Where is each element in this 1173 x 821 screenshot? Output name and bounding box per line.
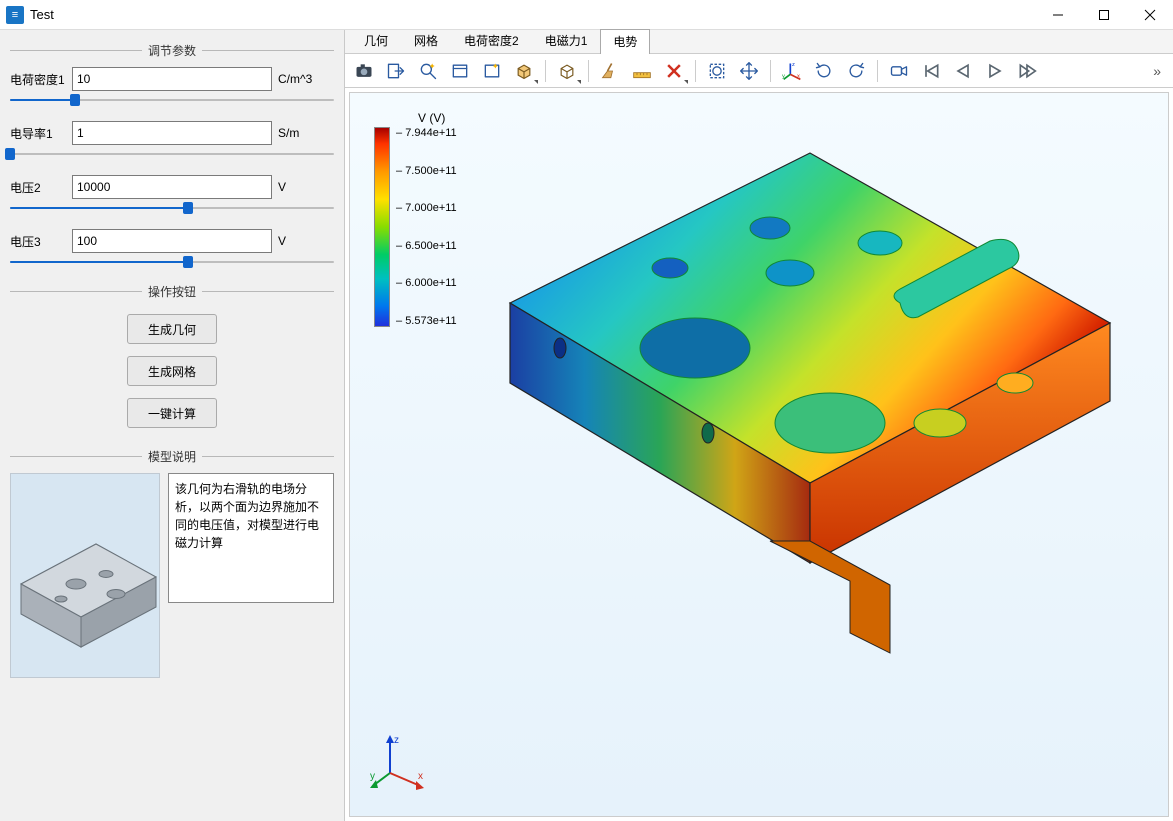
group-actions-title: 操作按钮	[148, 283, 196, 300]
model-preview-thumbnail	[10, 473, 160, 678]
axes-xyz-icon[interactable]: z y x	[777, 57, 807, 85]
tab-0[interactable]: 几何	[351, 28, 401, 53]
cube-wire-dd-icon[interactable]	[552, 57, 582, 85]
zoom-sparkle-icon[interactable]	[413, 57, 443, 85]
legend-tick: 7.000e+11	[396, 202, 457, 214]
action-button-0[interactable]: 生成几何	[127, 314, 217, 344]
legend-tick: 7.500e+11	[396, 165, 457, 177]
svg-text:y: y	[782, 73, 785, 79]
toolbar-separator	[770, 60, 771, 82]
tab-4[interactable]: 电势	[600, 29, 650, 54]
toolbar-separator	[877, 60, 878, 82]
group-description-title: 模型说明	[148, 448, 196, 465]
param-input-3[interactable]	[72, 229, 272, 253]
result-3d-part	[470, 133, 1150, 696]
cube-dd-icon[interactable]	[509, 57, 539, 85]
play-icon[interactable]	[980, 57, 1010, 85]
tab-3[interactable]: 电磁力1	[532, 28, 601, 53]
graphics-canvas[interactable]: V (V) 7.944e+11 7.500e+11 7.000e+11 6.500e+…	[345, 88, 1173, 821]
param-label: 电压3	[10, 233, 66, 250]
toolbar-separator	[588, 60, 589, 82]
group-actions: 操作按钮 生成几何生成网格一键计算	[10, 283, 334, 434]
param-slider-0[interactable]	[10, 93, 334, 107]
color-legend: V (V) 7.944e+11 7.500e+11 7.000e+11 6.500e+…	[374, 111, 457, 327]
legend-colorbar	[374, 127, 390, 327]
legend-tick: 5.573e+11	[396, 315, 457, 327]
legend-tick: 6.500e+11	[396, 240, 457, 252]
toolbar-overflow[interactable]: »	[1153, 63, 1169, 79]
action-button-1[interactable]: 生成网格	[127, 356, 217, 386]
video-cam-icon[interactable]	[884, 57, 914, 85]
axis-triad: z y x	[370, 733, 430, 796]
svg-text:x: x	[797, 73, 800, 79]
svg-text:x: x	[418, 771, 423, 782]
param-unit: C/m^3	[278, 72, 334, 86]
step-fwd-icon[interactable]	[1012, 57, 1042, 85]
broom-icon[interactable]	[595, 57, 625, 85]
svg-text:y: y	[370, 771, 375, 782]
param-unit: S/m	[278, 126, 334, 140]
sidebar: 调节参数 电荷密度1 C/m^3 电导率1 S/m 电压2 V 电压3 V 操作按钮 生成几何…	[0, 30, 345, 821]
toolbar-separator	[695, 60, 696, 82]
minimize-button[interactable]	[1035, 0, 1081, 30]
toolbar-separator	[545, 60, 546, 82]
param-label: 电荷密度1	[10, 71, 66, 88]
action-button-2[interactable]: 一键计算	[127, 398, 217, 428]
param-label: 电压2	[10, 179, 66, 196]
move-arrows-icon[interactable]	[734, 57, 764, 85]
legend-tick: 7.944e+11	[396, 127, 457, 139]
ruler-icon[interactable]	[627, 57, 657, 85]
maximize-button[interactable]	[1081, 0, 1127, 30]
param-unit: V	[278, 180, 334, 194]
select-box-icon[interactable]	[702, 57, 732, 85]
svg-text:z: z	[792, 62, 795, 68]
param-label: 电导率1	[10, 125, 66, 142]
camera-icon[interactable]	[349, 57, 379, 85]
group-parameters-title: 调节参数	[148, 42, 196, 59]
step-back-icon[interactable]	[948, 57, 978, 85]
rotate-cw-icon[interactable]	[841, 57, 871, 85]
brighten-icon[interactable]	[477, 57, 507, 85]
window-title: Test	[30, 7, 54, 22]
group-parameters: 调节参数 电荷密度1 C/m^3 电导率1 S/m 电压2 V 电压3 V	[10, 42, 334, 269]
param-slider-3[interactable]	[10, 255, 334, 269]
close-button[interactable]	[1127, 0, 1173, 30]
param-slider-2[interactable]	[10, 201, 334, 215]
skip-first-icon[interactable]	[916, 57, 946, 85]
legend-tick: 6.000e+11	[396, 277, 457, 289]
app-icon: ≡	[6, 6, 24, 24]
group-description: 模型说明	[10, 448, 334, 678]
model-description-text: 该几何为右滑轨的电场分析，以两个面为边界施加不同的电压值，对模型进行电磁力计算	[168, 473, 334, 603]
tab-1[interactable]: 网格	[401, 28, 451, 53]
param-input-2[interactable]	[72, 175, 272, 199]
legend-title: V (V)	[418, 111, 457, 125]
param-unit: V	[278, 234, 334, 248]
window-icon[interactable]	[445, 57, 475, 85]
param-input-1[interactable]	[72, 121, 272, 145]
param-input-0[interactable]	[72, 67, 272, 91]
rotate-ccw-icon[interactable]	[809, 57, 839, 85]
result-tabs: 几何网格电荷密度2电磁力1电势	[345, 30, 1173, 54]
param-slider-1[interactable]	[10, 147, 334, 161]
delete-x-icon[interactable]	[659, 57, 689, 85]
tab-2[interactable]: 电荷密度2	[451, 28, 532, 53]
export-icon[interactable]	[381, 57, 411, 85]
graphics-toolbar: z y x »	[345, 54, 1173, 88]
svg-text:z: z	[394, 735, 399, 746]
